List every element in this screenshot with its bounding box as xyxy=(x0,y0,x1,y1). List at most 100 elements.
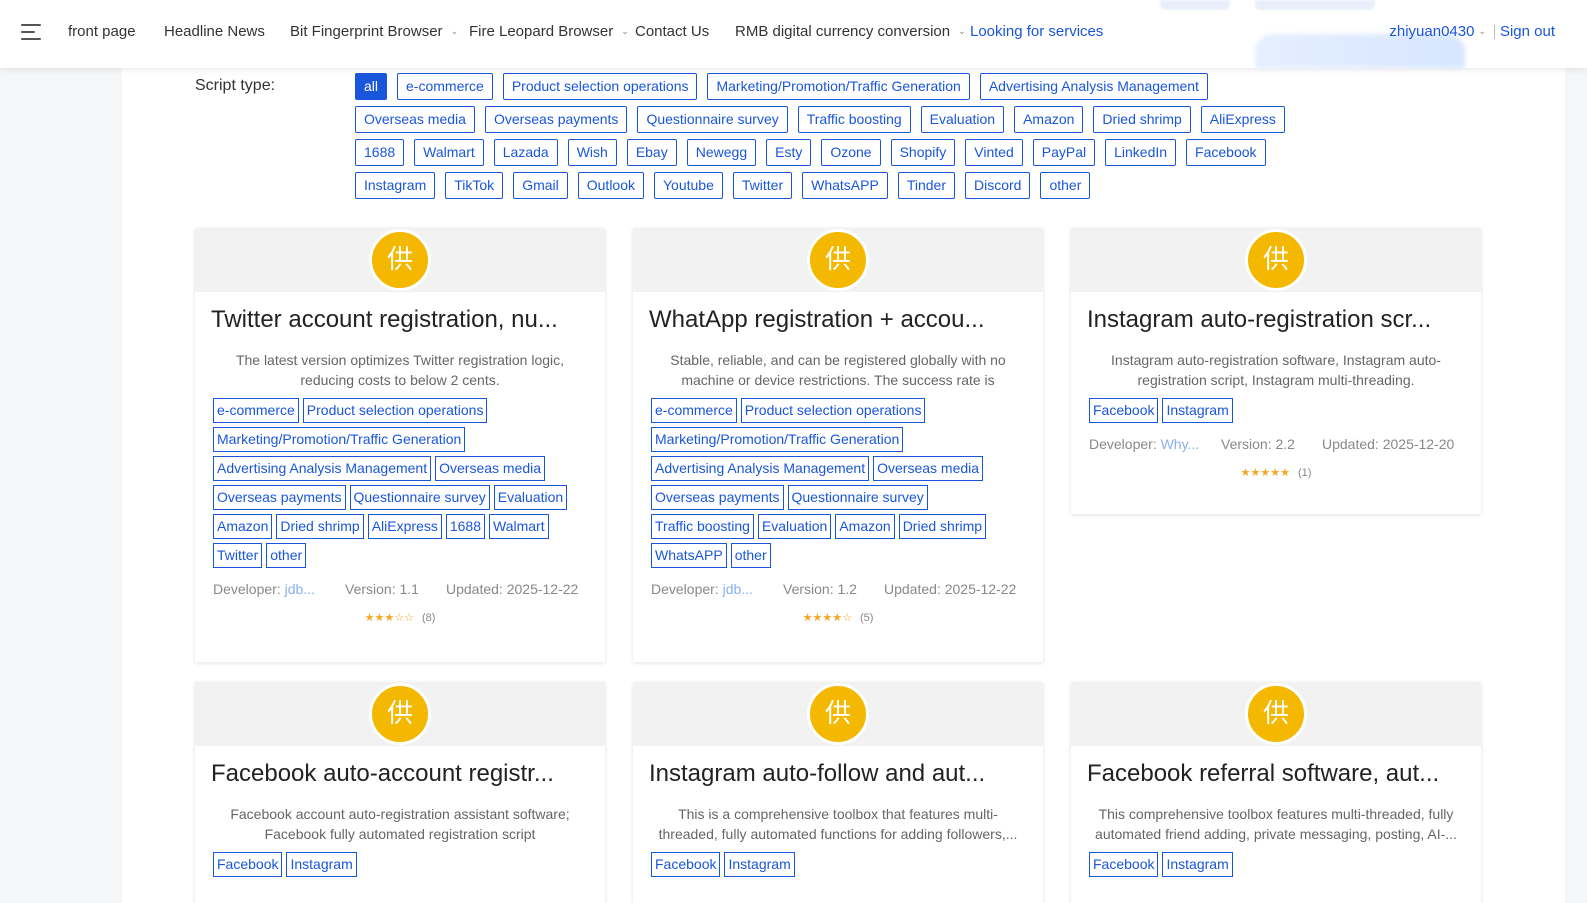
filter-tag[interactable]: Wish xyxy=(567,139,617,166)
filter-tag[interactable]: Evaluation xyxy=(920,106,1005,133)
script-card[interactable]: 供 WhatApp registration + accou... Stable, … xyxy=(633,228,1043,662)
filter-tag[interactable]: Ebay xyxy=(626,139,677,166)
card-tag[interactable]: other xyxy=(730,543,771,568)
card-tag[interactable]: Product selection operations xyxy=(740,398,926,423)
nav-looking-for-services[interactable]: Looking for services xyxy=(970,23,1103,40)
script-card[interactable]: 供 Twitter account registration, nu... The … xyxy=(195,228,605,662)
script-card[interactable]: 供 Instagram auto-registration scr... Insta… xyxy=(1071,228,1481,514)
filter-tag[interactable]: Gmail xyxy=(513,172,568,199)
card-tag[interactable]: Questionnaire survey xyxy=(349,485,490,510)
card-tag[interactable]: Dried shrimp xyxy=(898,514,987,539)
card-title[interactable]: WhatApp registration + accou... xyxy=(649,306,1027,334)
filter-tag[interactable]: all xyxy=(355,73,388,100)
developer-link[interactable]: jdb... xyxy=(723,581,753,597)
filter-tag[interactable]: LinkedIn xyxy=(1105,139,1177,166)
nav-contact-us[interactable]: Contact Us xyxy=(635,23,709,40)
nav-rmb-digital-currency[interactable]: RMB digital currency conversion ⌄ xyxy=(735,23,966,40)
filter-tag[interactable]: Ozone xyxy=(821,139,881,166)
card-tag[interactable]: e-commerce xyxy=(213,398,299,423)
nav-fire-leopard-browser[interactable]: Fire Leopard Browser ⌄ xyxy=(469,23,629,40)
card-tag[interactable]: Traffic boosting xyxy=(651,514,754,539)
filter-tag[interactable]: Shopify xyxy=(890,139,956,166)
filter-tag[interactable]: WhatsAPP xyxy=(802,172,888,199)
filter-tag[interactable]: Questionnaire survey xyxy=(637,106,788,133)
filter-tag[interactable]: Walmart xyxy=(414,139,484,166)
menu-icon[interactable] xyxy=(21,23,43,41)
developer-link[interactable]: jdb... xyxy=(285,581,315,597)
card-tag[interactable]: 1688 xyxy=(445,514,486,539)
card-tag[interactable]: Marketing/Promotion/Traffic Generation xyxy=(651,427,904,452)
filter-tag[interactable]: Dried shrimp xyxy=(1093,106,1191,133)
card-title[interactable]: Instagram auto-registration scr... xyxy=(1087,306,1465,334)
card-tag[interactable]: Advertising Analysis Management xyxy=(651,456,870,481)
card-tag[interactable]: Instagram xyxy=(286,852,357,877)
card-tag[interactable]: Facebook xyxy=(213,852,283,877)
filter-tag[interactable]: Lazada xyxy=(493,139,558,166)
filter-tag[interactable]: Instagram xyxy=(355,172,436,199)
card-tag[interactable]: Advertising Analysis Management xyxy=(213,456,432,481)
script-card[interactable]: 供 Facebook referral software, aut... This … xyxy=(1071,682,1481,903)
filter-tag[interactable]: Outlook xyxy=(577,172,644,199)
card-tag[interactable]: Instagram xyxy=(1162,852,1233,877)
card-tag[interactable]: Facebook xyxy=(1089,398,1159,423)
sign-out-link[interactable]: Sign out xyxy=(1500,23,1555,40)
filter-tag[interactable]: Amazon xyxy=(1014,106,1084,133)
card-tag[interactable]: Walmart xyxy=(489,514,549,539)
filter-tag[interactable]: Marketing/Promotion/Traffic Generation xyxy=(707,73,970,100)
filter-tag[interactable]: Overseas payments xyxy=(484,106,628,133)
card-tag[interactable]: Instagram xyxy=(1162,398,1233,423)
filter-tag[interactable]: Esty xyxy=(766,139,812,166)
filter-tag[interactable]: Newegg xyxy=(686,139,757,166)
card-tag[interactable]: Questionnaire survey xyxy=(787,485,928,510)
card-tag[interactable]: Overseas payments xyxy=(651,485,784,510)
card-tag[interactable]: Amazon xyxy=(213,514,273,539)
card-tag[interactable]: WhatsAPP xyxy=(651,543,727,568)
nav-headline-news[interactable]: Headline News xyxy=(164,23,265,40)
script-card[interactable]: 供 Instagram auto-follow and aut... This is… xyxy=(633,682,1043,903)
card-tag[interactable]: Product selection operations xyxy=(302,398,488,423)
filter-tag[interactable]: Discord xyxy=(964,172,1031,199)
user-menu[interactable]: zhiyuan0430 ⌄ xyxy=(1389,23,1486,40)
filter-tag[interactable]: Twitter xyxy=(732,172,793,199)
card-tag[interactable]: Overseas media xyxy=(873,456,984,481)
card-tag[interactable]: other xyxy=(266,543,307,568)
filter-tag[interactable]: Vinted xyxy=(965,139,1023,166)
card-tag[interactable]: Amazon xyxy=(835,514,895,539)
card-tag[interactable]: Marketing/Promotion/Traffic Generation xyxy=(213,427,466,452)
filter-tag[interactable]: Overseas media xyxy=(355,106,475,133)
developer-link[interactable]: Why... xyxy=(1161,436,1200,452)
card-title[interactable]: Facebook referral software, aut... xyxy=(1087,760,1465,788)
card-title[interactable]: Facebook auto-account registr... xyxy=(211,760,589,788)
filter-tag[interactable]: Advertising Analysis Management xyxy=(979,73,1208,100)
card-tag[interactable]: e-commerce xyxy=(651,398,737,423)
card-tag[interactable]: Dried shrimp xyxy=(276,514,364,539)
filter-tag[interactable]: PayPal xyxy=(1032,139,1096,166)
filter-tag[interactable]: Traffic boosting xyxy=(797,106,911,133)
card-header: 供 xyxy=(195,682,605,746)
filter-tag[interactable]: 1688 xyxy=(355,139,405,166)
star-icon: ★ xyxy=(384,611,395,624)
card-tag[interactable]: Overseas payments xyxy=(213,485,346,510)
filter-tag[interactable]: TikTok xyxy=(445,172,504,199)
filter-tag[interactable]: e-commerce xyxy=(397,73,493,100)
nav-bit-fingerprint-browser[interactable]: Bit Fingerprint Browser ⌄ xyxy=(290,23,458,40)
filter-tag[interactable]: Tinder xyxy=(897,172,955,199)
filter-tag[interactable]: other xyxy=(1040,172,1091,199)
filter-tag[interactable]: Product selection operations xyxy=(502,73,698,100)
card-tag[interactable]: Facebook xyxy=(1089,852,1159,877)
card-tag[interactable]: Facebook xyxy=(651,852,721,877)
card-tag[interactable]: Twitter xyxy=(213,543,263,568)
card-title[interactable]: Twitter account registration, nu... xyxy=(211,306,589,334)
card-tag[interactable]: Evaluation xyxy=(757,514,832,539)
filter-tag[interactable]: AliExpress xyxy=(1200,106,1285,133)
script-card[interactable]: 供 Facebook auto-account registr... Faceboo… xyxy=(195,682,605,903)
card-title[interactable]: Instagram auto-follow and aut... xyxy=(649,760,1027,788)
filter-tag[interactable]: Facebook xyxy=(1186,139,1266,166)
card-tag[interactable]: Overseas media xyxy=(435,456,546,481)
nav-front-page[interactable]: front page xyxy=(68,23,136,40)
filter-tag[interactable]: Youtube xyxy=(654,172,723,199)
card-tag[interactable]: AliExpress xyxy=(367,514,442,539)
card-tag[interactable]: Evaluation xyxy=(493,485,568,510)
card-tag[interactable]: Instagram xyxy=(724,852,795,877)
rating: ★★★★☆ (5) xyxy=(633,611,1043,624)
